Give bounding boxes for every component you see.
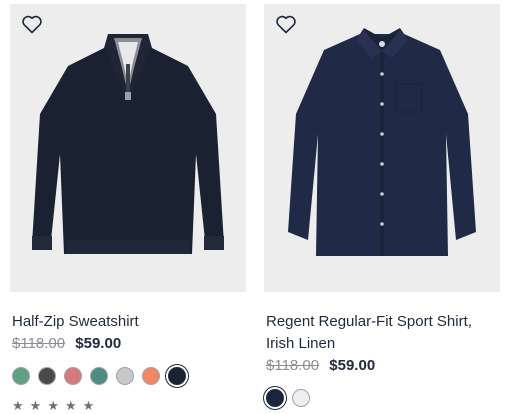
color-swatches <box>12 367 194 385</box>
original-price: $118.00 <box>12 335 66 352</box>
heart-outline-icon <box>276 15 296 34</box>
half-zip-sweatshirt-image <box>10 4 246 292</box>
product-name[interactable]: Regent Regular-Fit Sport Shirt, Irish Li… <box>266 311 502 355</box>
favorite-button[interactable] <box>274 12 298 36</box>
color-swatch[interactable] <box>90 367 108 385</box>
star-icon: ★ <box>47 398 65 413</box>
rating-stars: ★ ★ ★ ★ ★ <box>12 398 100 414</box>
color-swatch[interactable] <box>64 367 82 385</box>
price-row: $118.00 $59.00 <box>266 357 375 374</box>
color-swatch[interactable] <box>142 367 160 385</box>
color-swatch[interactable] <box>38 367 56 385</box>
sale-price: $59.00 <box>75 335 122 352</box>
product-card-half-zip[interactable]: Half-Zip Sweatshirt $118.00 $59.00 ★ ★ ★ ★ ★ <box>10 0 246 413</box>
star-icon: ★ <box>82 398 101 413</box>
product-card-regent-shirt[interactable]: Regent Regular-Fit Sport Shirt, Irish Li… <box>264 0 500 407</box>
original-price: $118.00 <box>266 357 320 374</box>
color-swatch[interactable] <box>168 367 186 385</box>
sale-price: $59.00 <box>329 357 376 374</box>
product-image[interactable] <box>264 4 500 292</box>
favorite-button[interactable] <box>20 12 44 36</box>
linen-shirt-image <box>264 4 500 292</box>
star-icon: ★ <box>29 398 48 413</box>
star-icon: ★ <box>12 398 30 413</box>
product-image[interactable] <box>10 4 246 292</box>
star-icon: ★ <box>64 398 83 413</box>
color-swatch[interactable] <box>266 389 284 407</box>
color-swatch[interactable] <box>116 367 134 385</box>
product-name[interactable]: Half-Zip Sweatshirt <box>12 311 248 333</box>
price-row: $118.00 $59.00 <box>12 335 121 352</box>
color-swatch[interactable] <box>292 389 310 407</box>
color-swatches <box>266 389 318 407</box>
heart-outline-icon <box>22 15 42 34</box>
color-swatch[interactable] <box>12 367 30 385</box>
